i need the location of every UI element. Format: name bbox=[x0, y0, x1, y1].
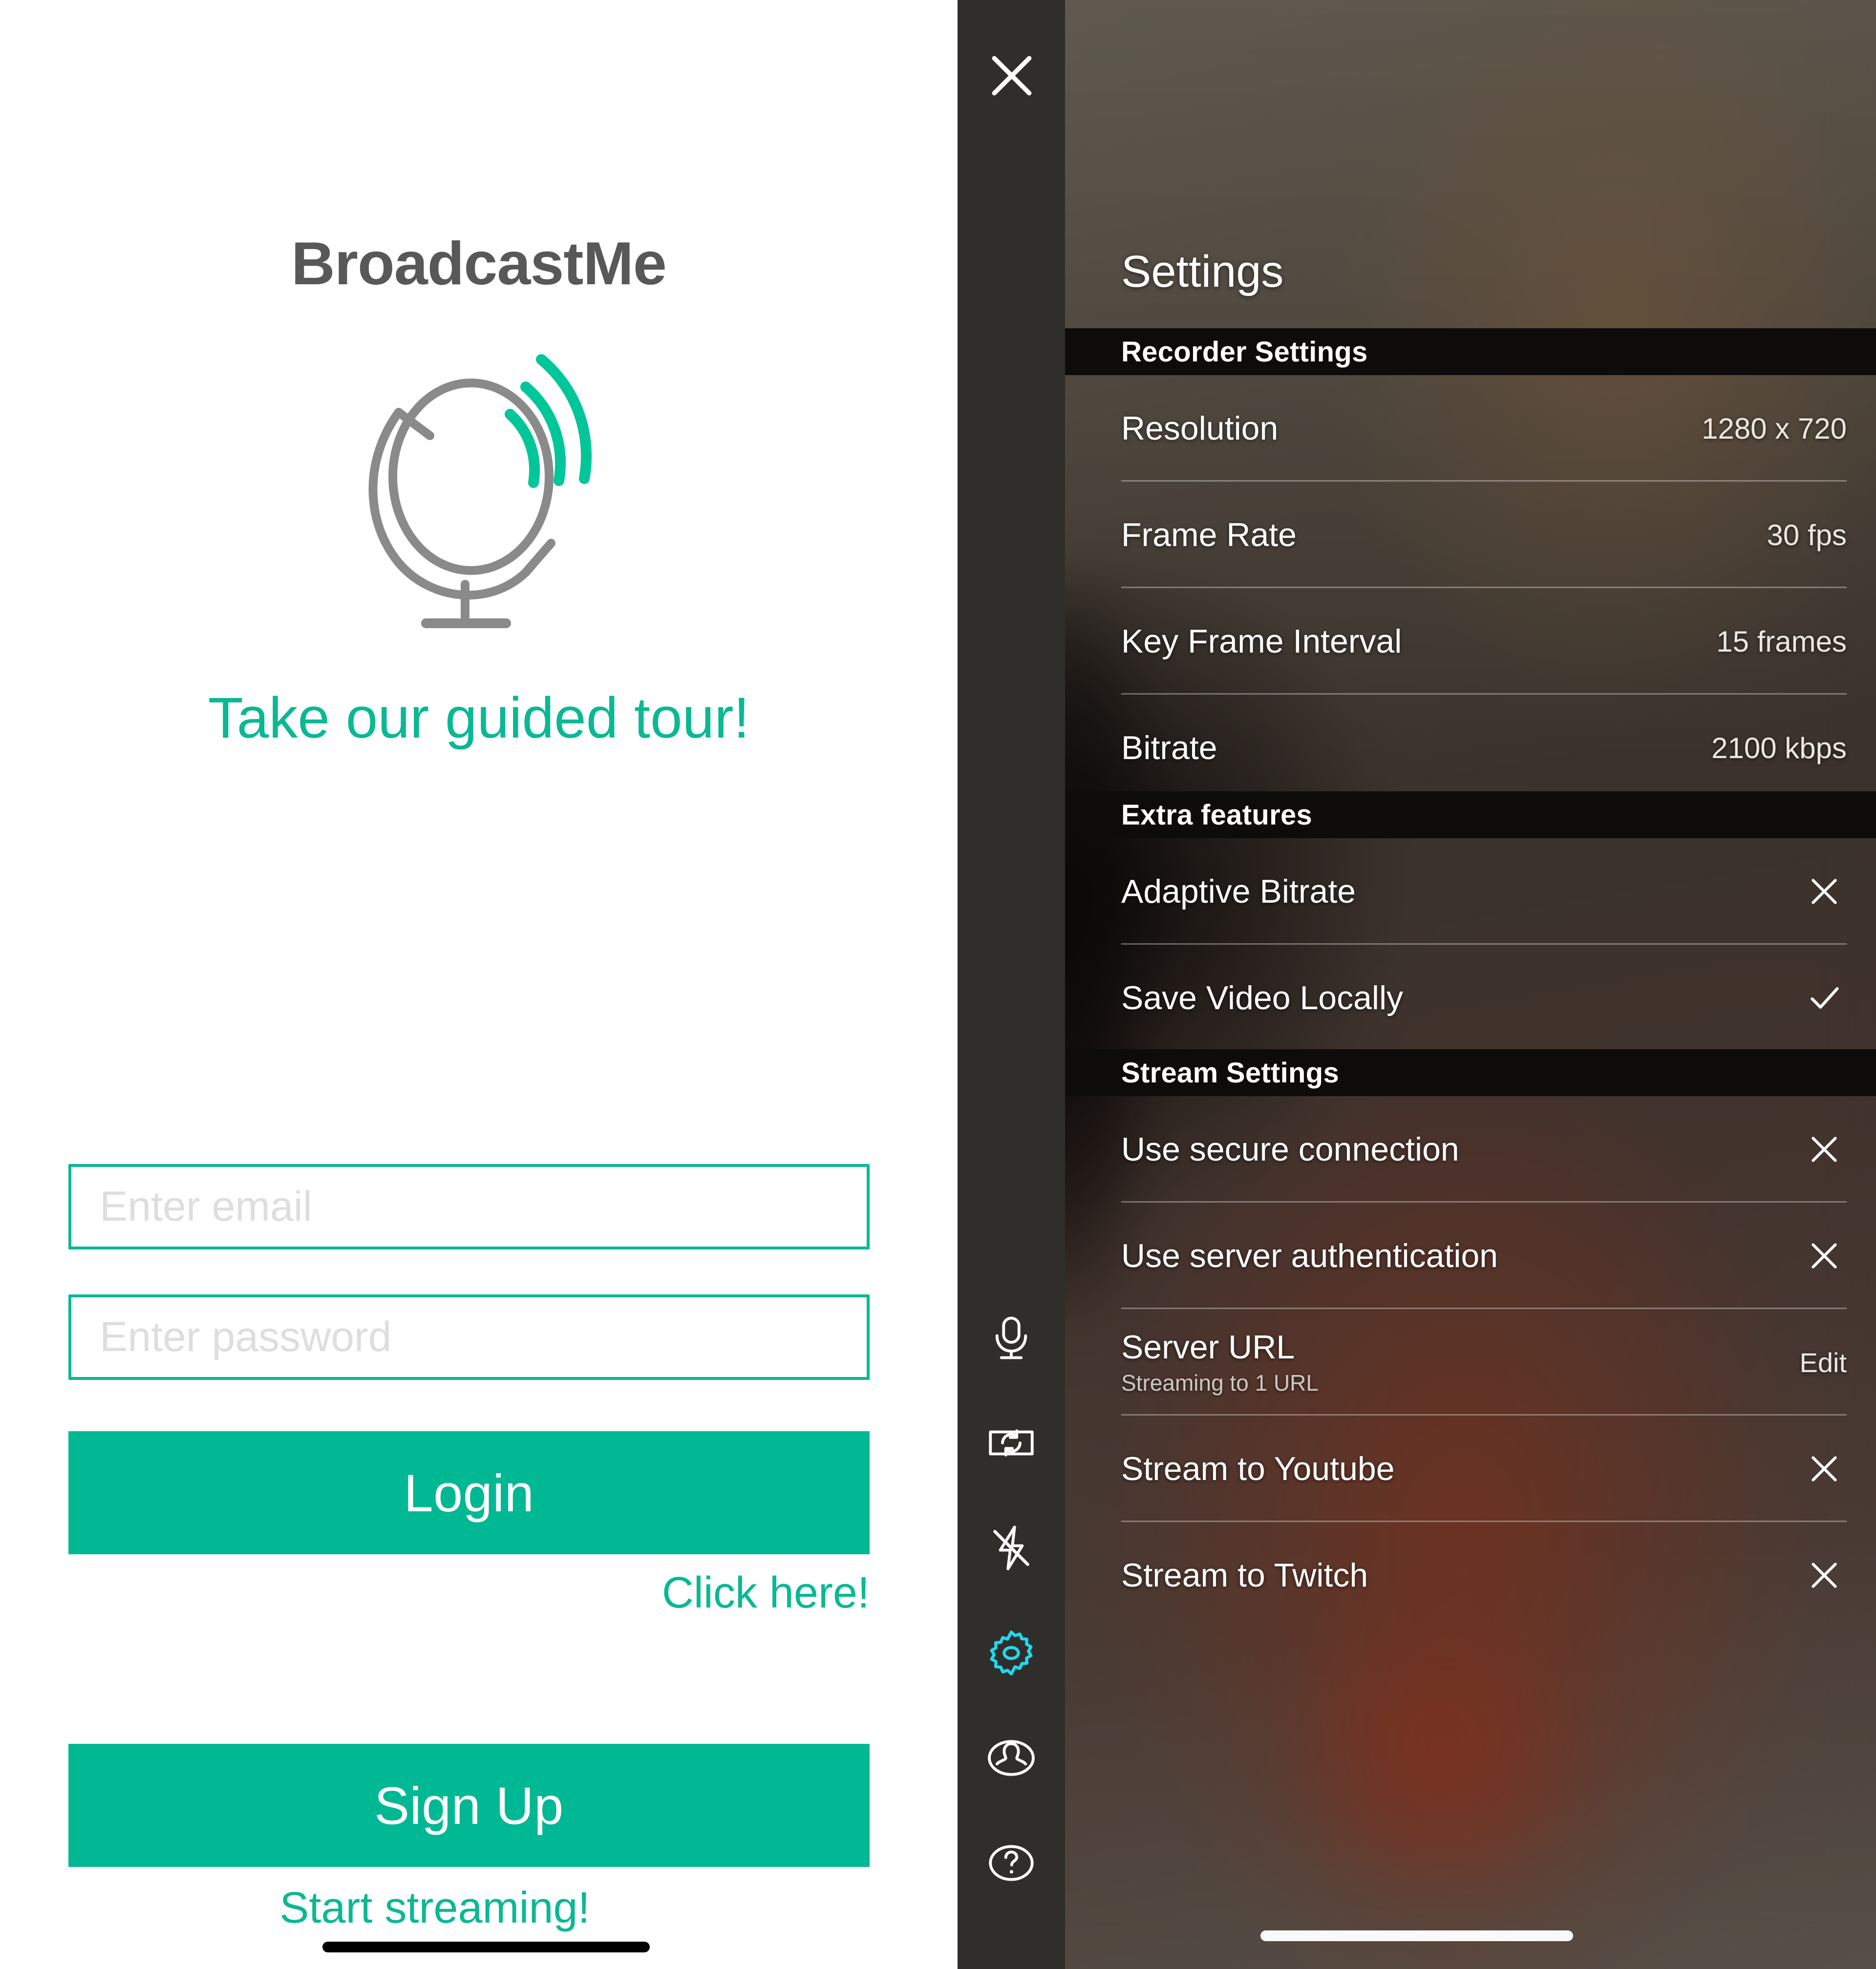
app-screen: BroadcastMe Take our guided tour! Enter … bbox=[0, 0, 1876, 1969]
settings-row[interactable]: Frame Rate 30 fps bbox=[1065, 482, 1876, 588]
start-streaming-link[interactable]: Start streaming! bbox=[0, 1883, 958, 1933]
settings-row-label: Use server authentication bbox=[1121, 1237, 1498, 1274]
settings-row[interactable]: Adaptive Bitrate bbox=[1065, 838, 1876, 945]
close-icon[interactable] bbox=[985, 49, 1039, 103]
check-icon[interactable] bbox=[1802, 975, 1847, 1020]
settings-row-text: Server URL Streaming to 1 URL bbox=[1121, 1329, 1319, 1396]
settings-row[interactable]: Server URL Streaming to 1 URL Edit bbox=[1065, 1309, 1876, 1416]
settings-row-label: Stream to Twitch bbox=[1121, 1556, 1368, 1594]
settings-row-text: Adaptive Bitrate bbox=[1121, 873, 1356, 910]
email-input[interactable] bbox=[71, 1167, 867, 1247]
login-panel: BroadcastMe Take our guided tour! Enter … bbox=[0, 0, 958, 1969]
password-field[interactable] bbox=[68, 1294, 870, 1380]
broadcast-globe-logo-icon bbox=[342, 342, 616, 635]
signup-button[interactable]: Sign Up bbox=[68, 1744, 870, 1867]
login-button[interactable]: Login bbox=[68, 1431, 870, 1554]
section-rows: Adaptive Bitrate Save Video Locally bbox=[1065, 838, 1876, 1051]
password-input[interactable] bbox=[71, 1297, 867, 1377]
cross-icon[interactable] bbox=[1802, 1553, 1847, 1598]
settings-row[interactable]: Stream to Twitch bbox=[1065, 1522, 1876, 1629]
settings-row-value: 15 frames bbox=[1716, 625, 1847, 658]
settings-row-label: Frame Rate bbox=[1121, 516, 1297, 553]
home-indicator bbox=[1260, 1930, 1573, 1941]
help-icon[interactable] bbox=[958, 1810, 1065, 1915]
camera-flip-icon[interactable] bbox=[958, 1390, 1065, 1495]
cross-icon[interactable] bbox=[1802, 1127, 1847, 1172]
settings-row[interactable]: Use secure connection bbox=[1065, 1096, 1876, 1203]
settings-row-text: Resolution bbox=[1121, 410, 1278, 447]
edit-button[interactable]: Edit bbox=[1800, 1347, 1847, 1378]
toolbar-icon-list bbox=[958, 1285, 1065, 1915]
settings-row-label: Key Frame Interval bbox=[1121, 622, 1402, 660]
settings-row-text: Bitrate bbox=[1121, 729, 1217, 766]
settings-content: Settings Recorder Settings Resolution 1280… bbox=[1065, 0, 1876, 1969]
section-header-label: Recorder Settings bbox=[1121, 336, 1368, 368]
settings-row-label: Bitrate bbox=[1121, 729, 1217, 766]
section-header: Recorder Settings bbox=[1065, 328, 1876, 375]
settings-row[interactable]: Resolution 1280 x 720 bbox=[1065, 375, 1876, 482]
settings-row[interactable]: Save Video Locally bbox=[1065, 945, 1876, 1051]
settings-row[interactable]: Use server authentication bbox=[1065, 1203, 1876, 1309]
settings-row-text: Save Video Locally bbox=[1121, 979, 1403, 1016]
page-title: BroadcastMe bbox=[291, 230, 667, 297]
guided-tour-link[interactable]: Take our guided tour! bbox=[0, 684, 958, 753]
settings-row-label: Save Video Locally bbox=[1121, 979, 1404, 1016]
settings-row-text: Key Frame Interval bbox=[1121, 623, 1402, 660]
settings-row-subtitle: Streaming to 1 URL bbox=[1121, 1370, 1319, 1396]
microphone-icon[interactable] bbox=[958, 1285, 1065, 1390]
click-here-link[interactable]: Click here! bbox=[0, 1568, 870, 1618]
user-icon[interactable] bbox=[958, 1705, 1065, 1810]
settings-row-label: Resolution bbox=[1121, 409, 1279, 447]
settings-row-label: Server URL bbox=[1121, 1328, 1295, 1366]
gear-icon[interactable] bbox=[958, 1600, 1065, 1705]
settings-row-text: Use server authentication bbox=[1121, 1237, 1498, 1274]
settings-row-text: Frame Rate bbox=[1121, 516, 1297, 553]
settings-row-label: Use secure connection bbox=[1121, 1130, 1459, 1168]
cross-icon[interactable] bbox=[1802, 869, 1847, 914]
settings-row[interactable]: Stream to Youtube bbox=[1065, 1416, 1876, 1522]
settings-row-text: Stream to Twitch bbox=[1121, 1557, 1368, 1594]
settings-row-value: 30 fps bbox=[1767, 518, 1847, 551]
section-rows: Resolution 1280 x 720 Frame Rate 30 fps Key … bbox=[1065, 375, 1876, 801]
flash-off-icon[interactable] bbox=[958, 1495, 1065, 1600]
section-header-label: Extra features bbox=[1121, 799, 1313, 831]
settings-row[interactable]: Bitrate 2100 kbps bbox=[1065, 695, 1876, 801]
section-header: Extra features bbox=[1065, 791, 1876, 838]
settings-row-value: 1280 x 720 bbox=[1702, 412, 1847, 445]
cross-icon[interactable] bbox=[1802, 1446, 1847, 1491]
home-indicator bbox=[322, 1942, 650, 1952]
email-field[interactable] bbox=[68, 1164, 870, 1249]
camera-toolbar bbox=[958, 0, 1065, 1969]
settings-row-value: 2100 kbps bbox=[1711, 731, 1847, 764]
section-rows: Use secure connection Use server authenti… bbox=[1065, 1096, 1876, 1629]
settings-row[interactable]: Key Frame Interval 15 frames bbox=[1065, 588, 1876, 695]
section-header: Stream Settings bbox=[1065, 1049, 1876, 1096]
settings-row-label: Adaptive Bitrate bbox=[1121, 872, 1356, 910]
broadcast-settings-panel: Settings Recorder Settings Resolution 1280… bbox=[958, 0, 1876, 1969]
settings-row-text: Use secure connection bbox=[1121, 1131, 1459, 1168]
section-header-label: Stream Settings bbox=[1121, 1057, 1340, 1089]
settings-title: Settings bbox=[1121, 247, 1284, 296]
cross-icon[interactable] bbox=[1802, 1233, 1847, 1278]
settings-row-text: Stream to Youtube bbox=[1121, 1450, 1395, 1487]
settings-row-label: Stream to Youtube bbox=[1121, 1450, 1395, 1487]
